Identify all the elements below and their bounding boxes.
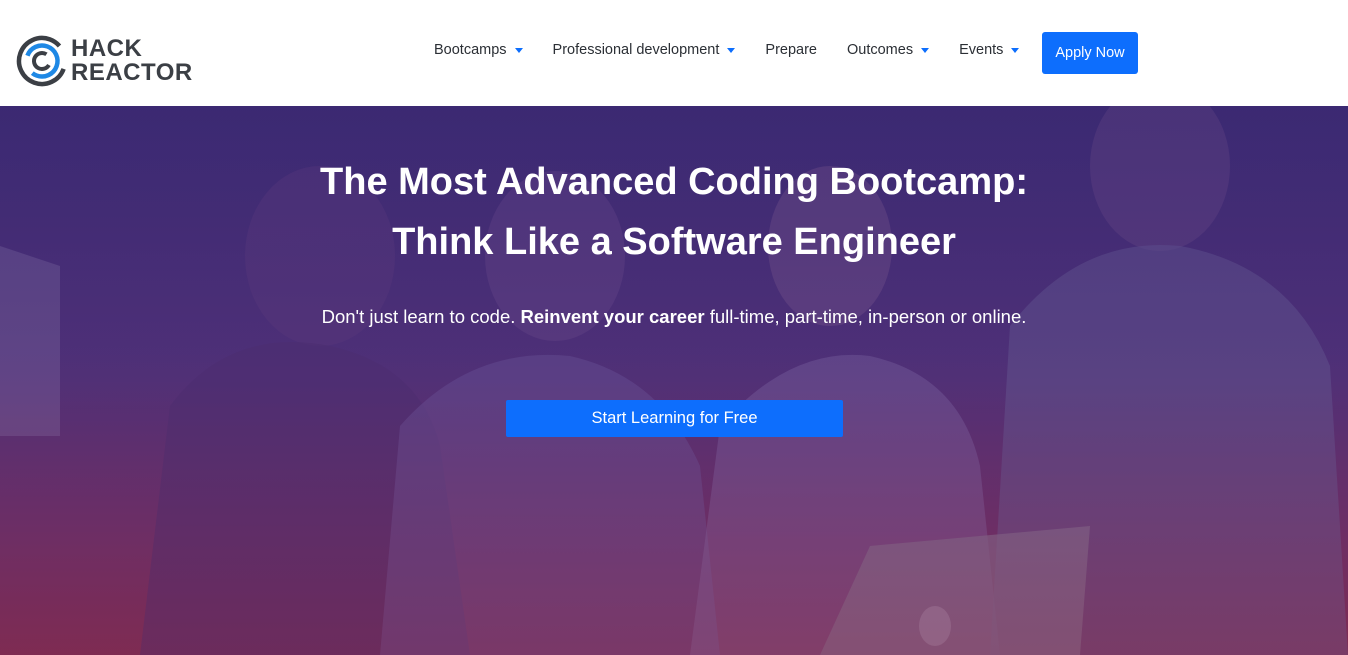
hero-section: The Most Advanced Coding Bootcamp: Think… — [0, 106, 1348, 655]
caret-down-icon — [514, 47, 523, 53]
hack-reactor-logo-icon — [16, 35, 68, 87]
caret-down-icon — [1011, 47, 1020, 53]
caret-down-icon — [727, 47, 736, 53]
start-learning-button[interactable]: Start Learning for Free — [506, 400, 843, 437]
hero-subtitle: Don't just learn to code. Reinvent your … — [0, 306, 1348, 328]
nav-item-events[interactable]: Events — [959, 42, 1020, 58]
hero-title-line2: Think Like a Software Engineer — [392, 221, 956, 263]
nav-item-label: Professional development — [552, 42, 720, 58]
apply-now-button[interactable]: Apply Now — [1042, 32, 1138, 74]
nav-item-outcomes[interactable]: Outcomes — [847, 42, 930, 58]
nav-item-label: Bootcamps — [434, 42, 507, 58]
nav-item-label: Outcomes — [847, 42, 914, 58]
site-header: HACK REACTOR Bootcamps Professional deve… — [0, 0, 1348, 106]
brand-wordmark: HACK REACTOR — [71, 37, 193, 85]
hero-subtitle-intro: Don't just learn to code. — [321, 306, 521, 327]
nav-item-professional-development[interactable]: Professional development — [553, 42, 736, 58]
hero-title: The Most Advanced Coding Bootcamp: Think… — [0, 152, 1348, 272]
nav-item-bootcamps[interactable]: Bootcamps — [434, 42, 523, 58]
nav-item-prepare[interactable]: Prepare — [765, 42, 817, 58]
nav-item-label: Events — [959, 42, 1004, 58]
brand-line2: REACTOR — [71, 59, 193, 86]
nav-item-label: Prepare — [765, 42, 817, 58]
brand-logo[interactable]: HACK REACTOR — [16, 35, 206, 87]
hero-subtitle-emphasis: Reinvent your career — [520, 306, 705, 327]
hero-subtitle-rest: full-time, part-time, in-person or onlin… — [704, 306, 1027, 327]
hero-title-line1: The Most Advanced Coding Bootcamp: — [320, 161, 1028, 203]
brand-line1: HACK — [71, 35, 143, 62]
caret-down-icon — [921, 47, 930, 53]
main-nav: Bootcamps Professional development Prepa… — [434, 38, 1049, 62]
